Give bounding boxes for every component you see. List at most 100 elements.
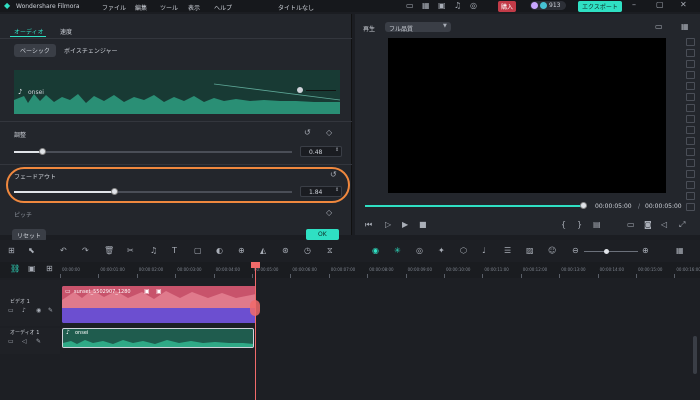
split-icon[interactable]: ✂ <box>127 247 134 255</box>
side-tool-button[interactable] <box>686 126 695 134</box>
image-icon[interactable]: ▨ <box>526 247 534 255</box>
list-icon[interactable]: ☰ <box>504 247 511 255</box>
side-tool-button[interactable] <box>686 93 695 101</box>
timer-icon[interactable]: ◷ <box>304 247 311 255</box>
mark-out-icon[interactable]: } <box>577 221 582 229</box>
side-tool-button[interactable] <box>686 82 695 90</box>
marker-icon[interactable]: ✳ <box>394 247 401 255</box>
save-icon[interactable]: ▣ <box>438 2 446 10</box>
side-tool-button[interactable] <box>686 181 695 189</box>
side-tool-button[interactable] <box>686 60 695 68</box>
audio-tool-icon[interactable]: ♫ <box>150 247 157 255</box>
camera-icon[interactable]: ◙ <box>644 221 652 229</box>
side-tool-button[interactable] <box>686 159 695 167</box>
side-tool-button[interactable] <box>686 49 695 57</box>
video-eye-icon[interactable]: ◉ <box>36 308 41 314</box>
fadeout-slider-knob[interactable] <box>111 188 118 195</box>
reset-adjust-icon[interactable]: ↺ <box>304 129 311 137</box>
expand-icon[interactable]: ⤢ <box>679 221 685 229</box>
play-icon[interactable]: ▶ <box>402 221 408 229</box>
keyframe-adjust-icon[interactable]: ◇ <box>326 129 332 137</box>
side-tool-button[interactable] <box>686 104 695 112</box>
buy-button[interactable]: 購入 <box>498 1 517 12</box>
video-clip[interactable]: ▭ sunset_5502907_1280 ▣ ▣ <box>62 286 256 323</box>
fadeout-slider[interactable] <box>14 188 292 195</box>
undo-icon[interactable]: ↶ <box>60 247 67 255</box>
fullscreen-grid-icon[interactable]: ▦ <box>681 23 689 31</box>
waveform-fade-knob[interactable] <box>297 87 303 93</box>
menu-view[interactable]: 表示 <box>188 3 200 12</box>
side-tool-button[interactable] <box>686 115 695 123</box>
side-tool-button[interactable] <box>686 38 695 46</box>
credits-badge[interactable]: 913 <box>530 1 566 10</box>
render-icon[interactable]: ▤ <box>593 221 601 229</box>
preview-progress-track[interactable] <box>365 202 587 209</box>
preview-progress-knob[interactable] <box>580 202 587 209</box>
maximize-icon[interactable]: ▢ <box>656 1 664 9</box>
adjust-slider-knob[interactable] <box>39 148 46 155</box>
timeline-ruler[interactable]: 00:00:00 00:00:01:00 00:00:02:00 00:00:03:0… <box>60 262 700 278</box>
zoom-slider[interactable] <box>584 249 638 254</box>
bell-icon[interactable]: ♫ <box>454 2 461 10</box>
tab-speed[interactable]: 速度 <box>60 27 72 36</box>
speed-icon[interactable]: ⊛ <box>282 247 289 255</box>
shield-icon[interactable]: ⬡ <box>460 247 467 255</box>
volume-icon[interactable]: ◁ <box>661 221 667 229</box>
text-icon[interactable]: T <box>172 247 177 255</box>
audio-clip[interactable]: ♪ onsei <box>62 328 254 348</box>
mic-icon[interactable]: ♩ <box>482 247 486 255</box>
screenshot-icon[interactable]: ▭ <box>655 23 663 31</box>
mask-icon[interactable]: ◭ <box>260 247 266 255</box>
subtab-voice-changer[interactable]: ボイスチェンジャー <box>64 46 118 55</box>
video-lock-icon[interactable]: ✎ <box>48 308 53 314</box>
snap-icon[interactable]: ◉ <box>372 247 379 255</box>
subtab-basic[interactable]: ベーシック <box>14 44 56 57</box>
adjust-stepper-icon[interactable]: ⇕ <box>335 148 339 153</box>
ai-icon[interactable]: ✦ <box>438 247 445 255</box>
menu-tools[interactable]: ツール <box>160 3 178 12</box>
reset-fadeout-icon[interactable]: ↺ <box>330 171 337 179</box>
select-cursor-icon[interactable]: ⬉ <box>28 247 35 255</box>
side-tool-button[interactable] <box>686 137 695 145</box>
stop-icon[interactable]: ■ <box>419 221 427 229</box>
video-audio-icon[interactable]: ♪ <box>22 308 26 314</box>
timeline-grid-icon[interactable]: ▦ <box>676 247 684 255</box>
user-icon[interactable]: ◎ <box>470 2 477 10</box>
menu-help[interactable]: ヘルプ <box>214 3 232 12</box>
side-tool-button[interactable] <box>686 192 695 200</box>
adjust-value-field[interactable]: 0.48 ⇕ <box>300 146 342 157</box>
audio-lock-icon[interactable]: ✎ <box>36 339 41 345</box>
adjust-slider[interactable] <box>14 148 292 155</box>
timeline-scrollbar[interactable] <box>693 336 697 374</box>
zoom-icon[interactable]: ⊕ <box>238 247 245 255</box>
side-tool-button[interactable] <box>686 203 695 211</box>
rewind-icon[interactable]: ▷ <box>385 221 391 229</box>
tab-audio[interactable]: オーディオ <box>14 27 44 36</box>
clip-trim-handle[interactable] <box>250 300 260 316</box>
fadeout-value-field[interactable]: 1.84 ⇕ <box>300 186 342 197</box>
crop-icon[interactable]: ▢ <box>194 247 202 255</box>
quality-dropdown[interactable]: フル品質 ▼ <box>385 22 451 33</box>
menu-file[interactable]: ファイル <box>102 3 126 12</box>
ok-button[interactable]: OK <box>306 229 339 240</box>
duration-icon[interactable]: ⧖ <box>327 247 333 255</box>
export-button[interactable]: エクスポート <box>578 1 622 12</box>
fadeout-stepper-icon[interactable]: ⇕ <box>335 188 339 193</box>
track-manager-icon[interactable]: ▣ <box>28 265 36 273</box>
zoom-slider-knob[interactable] <box>604 249 609 254</box>
redo-icon[interactable]: ↷ <box>82 247 89 255</box>
audio-speaker-icon[interactable]: ◁ <box>22 339 27 345</box>
monitor-output-icon[interactable]: ▭ <box>627 221 635 229</box>
grid-icon[interactable]: ▦ <box>422 2 430 10</box>
step-back-icon[interactable]: ⏮ <box>365 221 372 229</box>
link-icon[interactable]: ⛓ <box>10 265 20 273</box>
playhead-line[interactable] <box>255 262 256 400</box>
sticker-icon[interactable]: ☺ <box>548 247 556 255</box>
record-icon[interactable]: ◎ <box>416 247 423 255</box>
monitor-icon[interactable]: ▭ <box>406 2 414 10</box>
mark-in-icon[interactable]: { <box>561 221 566 229</box>
playhead-handle[interactable] <box>251 262 260 268</box>
side-tool-button[interactable] <box>686 170 695 178</box>
minimize-icon[interactable]: – <box>632 1 636 9</box>
zoom-out-icon[interactable]: ⊖ <box>572 247 579 255</box>
